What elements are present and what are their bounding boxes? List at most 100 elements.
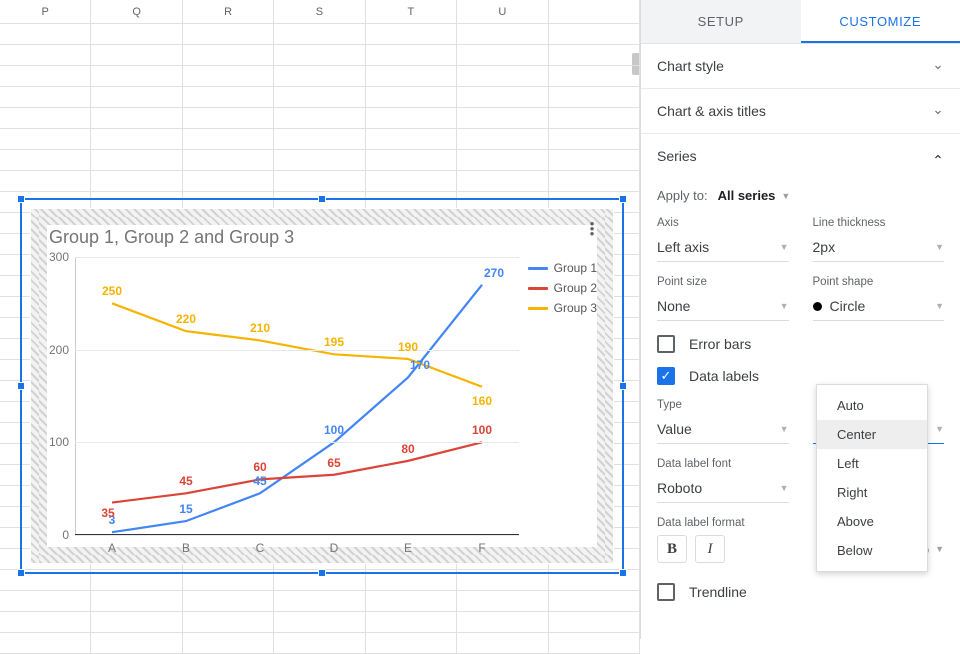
dropdown-option[interactable]: Below bbox=[817, 536, 927, 565]
cell[interactable] bbox=[91, 591, 182, 611]
chart-object[interactable]: Group 1, Group 2 and Group 3 ••• Group 1… bbox=[30, 208, 614, 564]
dropdown-option[interactable]: Left bbox=[817, 449, 927, 478]
resize-handle-tl[interactable] bbox=[17, 195, 25, 203]
column-header[interactable]: S bbox=[274, 0, 365, 23]
cell[interactable] bbox=[457, 612, 548, 632]
resize-handle-bm[interactable] bbox=[318, 569, 326, 577]
cell[interactable] bbox=[274, 66, 365, 86]
tab-customize[interactable]: CUSTOMIZE bbox=[801, 0, 960, 43]
cell[interactable] bbox=[549, 45, 640, 65]
data-labels-checkbox[interactable]: ✓ bbox=[657, 367, 675, 385]
cell[interactable] bbox=[457, 24, 548, 44]
resize-handle-ml[interactable] bbox=[17, 382, 25, 390]
cell[interactable] bbox=[0, 108, 91, 128]
cell[interactable] bbox=[91, 87, 182, 107]
cell[interactable] bbox=[549, 129, 640, 149]
bold-button[interactable]: B bbox=[657, 535, 687, 563]
cell[interactable] bbox=[366, 129, 457, 149]
cell[interactable] bbox=[91, 108, 182, 128]
cell[interactable] bbox=[0, 24, 91, 44]
apply-to-dropdown[interactable]: All series ▼ bbox=[718, 188, 791, 203]
cell[interactable] bbox=[91, 633, 182, 653]
cell[interactable] bbox=[457, 591, 548, 611]
cell[interactable] bbox=[183, 171, 274, 191]
cell[interactable] bbox=[274, 108, 365, 128]
cell[interactable] bbox=[457, 108, 548, 128]
cell[interactable] bbox=[274, 129, 365, 149]
column-header[interactable]: U bbox=[457, 0, 548, 23]
cell[interactable] bbox=[457, 87, 548, 107]
cell[interactable] bbox=[0, 171, 91, 191]
cell[interactable] bbox=[274, 612, 365, 632]
data-label-font-select[interactable]: Roboto ▼ bbox=[657, 476, 789, 503]
resize-handle-tm[interactable] bbox=[318, 195, 326, 203]
cell[interactable] bbox=[366, 66, 457, 86]
axis-select[interactable]: Left axis ▼ bbox=[657, 235, 789, 262]
cell[interactable] bbox=[366, 150, 457, 170]
resize-handle-mr[interactable] bbox=[619, 382, 627, 390]
cell[interactable] bbox=[274, 45, 365, 65]
cell[interactable] bbox=[457, 45, 548, 65]
dropdown-option[interactable]: Right bbox=[817, 478, 927, 507]
column-header[interactable]: P bbox=[0, 0, 91, 23]
cell[interactable] bbox=[366, 45, 457, 65]
dropdown-option[interactable]: Auto bbox=[817, 391, 927, 420]
cell[interactable] bbox=[183, 45, 274, 65]
dropdown-option[interactable]: Above bbox=[817, 507, 927, 536]
tab-setup[interactable]: SETUP bbox=[641, 0, 801, 43]
column-header[interactable]: Q bbox=[91, 0, 182, 23]
cell[interactable] bbox=[91, 171, 182, 191]
point-size-select[interactable]: None ▼ bbox=[657, 294, 789, 321]
dropdown-option[interactable]: Center bbox=[817, 420, 927, 449]
section-chart-style[interactable]: Chart style bbox=[641, 44, 960, 89]
cell[interactable] bbox=[457, 129, 548, 149]
type-select[interactable]: Value ▼ bbox=[657, 417, 789, 444]
cell[interactable] bbox=[549, 108, 640, 128]
section-series[interactable]: Series bbox=[641, 134, 960, 178]
cell[interactable] bbox=[183, 633, 274, 653]
cell[interactable] bbox=[0, 612, 91, 632]
cell[interactable] bbox=[366, 171, 457, 191]
cell[interactable] bbox=[91, 129, 182, 149]
cell[interactable] bbox=[274, 633, 365, 653]
point-shape-select[interactable]: Circle ▼ bbox=[813, 294, 945, 321]
cell[interactable] bbox=[549, 150, 640, 170]
cell[interactable] bbox=[0, 129, 91, 149]
cell[interactable] bbox=[0, 150, 91, 170]
resize-handle-bl[interactable] bbox=[17, 569, 25, 577]
trendline-checkbox[interactable] bbox=[657, 583, 675, 601]
cell[interactable] bbox=[549, 24, 640, 44]
error-bars-checkbox[interactable] bbox=[657, 335, 675, 353]
cell[interactable] bbox=[183, 591, 274, 611]
section-axis-titles[interactable]: Chart & axis titles bbox=[641, 89, 960, 134]
column-header[interactable]: T bbox=[366, 0, 457, 23]
cell[interactable] bbox=[457, 171, 548, 191]
cell[interactable] bbox=[457, 66, 548, 86]
resize-handle-br[interactable] bbox=[619, 569, 627, 577]
column-header[interactable] bbox=[549, 0, 640, 23]
chart-kebab-menu[interactable]: ••• bbox=[585, 221, 599, 236]
cell[interactable] bbox=[274, 87, 365, 107]
cell[interactable] bbox=[183, 108, 274, 128]
cell[interactable] bbox=[274, 591, 365, 611]
chart-selection[interactable]: Group 1, Group 2 and Group 3 ••• Group 1… bbox=[20, 198, 624, 574]
cell[interactable] bbox=[274, 171, 365, 191]
cell[interactable] bbox=[91, 24, 182, 44]
cell[interactable] bbox=[183, 24, 274, 44]
cell[interactable] bbox=[274, 24, 365, 44]
cell[interactable] bbox=[183, 150, 274, 170]
cell[interactable] bbox=[0, 633, 91, 653]
cell[interactable] bbox=[549, 66, 640, 86]
cell[interactable] bbox=[457, 150, 548, 170]
cell[interactable] bbox=[91, 45, 182, 65]
cell[interactable] bbox=[91, 612, 182, 632]
line-thickness-select[interactable]: 2px ▼ bbox=[813, 235, 945, 262]
resize-handle-tr[interactable] bbox=[619, 195, 627, 203]
cell[interactable] bbox=[366, 591, 457, 611]
cell[interactable] bbox=[0, 591, 91, 611]
cell[interactable] bbox=[91, 66, 182, 86]
cell[interactable] bbox=[0, 66, 91, 86]
italic-button[interactable]: I bbox=[695, 535, 725, 563]
cell[interactable] bbox=[183, 87, 274, 107]
cell[interactable] bbox=[366, 24, 457, 44]
